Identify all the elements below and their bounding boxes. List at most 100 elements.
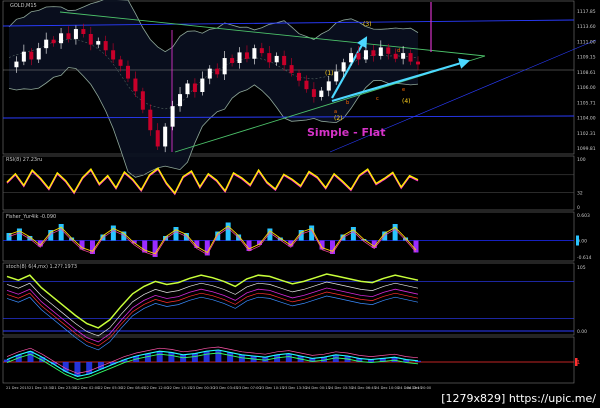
candle-body [192, 83, 197, 92]
rsi-scale-label: 32 [577, 190, 583, 196]
watermark: [1279x829] https://upic.me/ [439, 392, 598, 405]
price-label: 1113.60 [577, 24, 596, 30]
stoch-scale-label: 0.00 [577, 329, 587, 335]
candle-body [59, 33, 64, 44]
macd-panel[interactable]: 1 [3, 346, 580, 380]
candle-body [29, 51, 34, 60]
candle-body [230, 58, 235, 63]
price-label: 1105.71 [577, 100, 596, 106]
price-panel[interactable]: (3) (1) (2) (4) a b c d e GOLD,M15 Simple - Flat… [2, 0, 597, 178]
pattern-annotation: Simple - Flat [307, 126, 385, 139]
candle-body [378, 47, 383, 56]
wave-label: a [334, 109, 337, 115]
rsi-panel[interactable]: RSI(8) 27.23ru 100 32 0 [3, 157, 586, 211]
candle-body [311, 89, 316, 97]
time-label: 22 Dec 15:15 [167, 386, 191, 390]
rsi-scale-label: 100 [577, 157, 586, 163]
rsi-lines [3, 167, 574, 196]
macd-bar [74, 362, 81, 377]
stoch-title: stoch(8) 6(4,mx) 1.2??.1973 [6, 264, 77, 270]
rsi-scale-label: 0 [577, 205, 580, 211]
candle-body [207, 68, 212, 79]
chart-window: (3) (1) (2) (4) a b c d e GOLD,M15 Simple - Flat… [2, 0, 597, 390]
candle-body [44, 39, 49, 49]
candle-body [36, 48, 41, 60]
rsi-scale: 100 32 0 [577, 157, 586, 211]
macd-bar [144, 353, 151, 362]
main-title: GOLD,M15 [10, 3, 37, 9]
time-label: 24 Dec 06:45 [352, 386, 376, 390]
candle-body [140, 91, 145, 110]
price-label: 1109.15 [577, 55, 596, 61]
candle-body [103, 41, 108, 51]
time-label: 23 Dec 00:30 [190, 386, 215, 390]
fisher-bar [330, 240, 336, 254]
fisher-bar [58, 224, 64, 241]
candle-body [170, 106, 175, 127]
candle-body [319, 90, 324, 97]
price-label: 1104.00 [577, 116, 596, 122]
candle-body [274, 55, 279, 63]
candle-body [363, 50, 368, 60]
fisher-bar [413, 240, 419, 253]
candle-body [393, 53, 398, 59]
time-label: 24 Dec 03:30 [329, 386, 354, 390]
candle-body [408, 53, 413, 62]
macd-bar [191, 353, 198, 362]
fisher-bar [392, 224, 398, 241]
stoch-line-magenta [6, 287, 419, 343]
time-label: 23 Dec 07:00 [237, 386, 262, 390]
candle-body [415, 61, 421, 65]
candle-body [200, 78, 205, 92]
candle-body [88, 34, 93, 45]
wave-label: (1) [325, 70, 334, 77]
time-axis: 21 Dec 2015 21 Dec 13:3021 Dec 23:3022 De… [6, 386, 432, 390]
time-label: 22 Dec 12:00 [144, 386, 169, 390]
fisher-bar [225, 222, 231, 241]
candle-body [401, 53, 406, 59]
time-label: 22 Dec 02:00 [75, 386, 100, 390]
macd-bar [285, 353, 292, 362]
macd-bar [168, 352, 175, 362]
candle-body [252, 48, 257, 59]
candle-body [66, 33, 71, 39]
time-label: 21 Dec 23:30 [52, 386, 77, 390]
time-label: 23 Dec 10:15 [260, 386, 284, 390]
candle-body [133, 78, 138, 92]
stoch-main-line [6, 273, 419, 329]
candle-body [185, 83, 190, 95]
panel-frame-rsi [2, 155, 575, 211]
stoch-line-red [6, 291, 419, 347]
wave-label: b [346, 100, 349, 106]
macd-bar [203, 351, 210, 362]
stoch-scale-label: 105 [577, 265, 586, 271]
candle-body [96, 41, 101, 45]
fisher-bar [89, 240, 95, 254]
macd-bar [156, 351, 163, 362]
candle-body [215, 68, 220, 75]
price-label: 1117.85 [577, 9, 596, 15]
candle-body [386, 47, 391, 54]
candle-body [125, 65, 130, 79]
macd-bar [86, 362, 93, 374]
candle-body [259, 48, 264, 54]
rsi-line [6, 167, 419, 195]
candle-body [282, 55, 287, 66]
fisher-panel[interactable]: Fisher_Yur4ik -0.090 0.6030.00-0.614 [3, 213, 592, 261]
time-label: 24 Dec 00:15 [306, 386, 330, 390]
stochastic-lines [3, 273, 574, 351]
price-label: 1108.61 [577, 70, 596, 76]
candle-body [334, 71, 339, 82]
band-fill [9, 0, 418, 178]
candle-body [178, 94, 183, 107]
fisher-scale-label: -0.614 [577, 255, 592, 261]
time-label: 23 Dec 13:30 [283, 386, 308, 390]
candle-body [51, 39, 56, 44]
fisher-bar [246, 240, 252, 251]
time-label: 22 Dec 05:30 [98, 386, 123, 390]
wave-label: d [397, 48, 400, 54]
fisher-bar [173, 227, 179, 241]
time-label: 24 Dec 10:00 [375, 386, 400, 390]
time-label: 23 Dec 03:45 [214, 386, 238, 390]
macd-scale: 1 [575, 358, 580, 366]
